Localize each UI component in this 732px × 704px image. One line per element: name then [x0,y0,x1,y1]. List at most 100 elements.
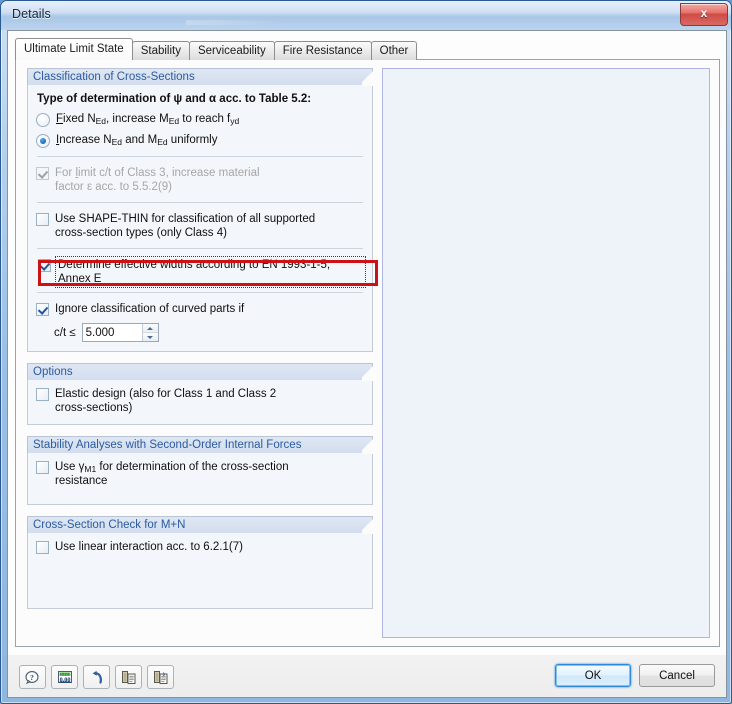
radio-increase-uniformly-label: Increase NEd and MEd uniformly [56,133,217,147]
label-part: and M [122,134,158,146]
checkbox-row-ignore-curved-parts[interactable]: Ignore classification of curved parts if [36,302,364,316]
checkbox-use-gamma-m1-label: Use γM1 for determination of the cross-s… [55,460,289,488]
radio-row-increase-uniformly[interactable]: Increase NEd and MEd uniformly [36,133,364,148]
checkbox-row-use-gamma-m1[interactable]: Use γM1 for determination of the cross-s… [36,460,364,488]
units-icon[interactable]: 0.00 [51,665,78,689]
checkbox-elastic-design-label: Elastic design (also for Class 1 and Cla… [55,387,276,415]
subscript: Ed [168,116,180,126]
checkbox-row-elastic-design[interactable]: Elastic design (also for Class 1 and Cla… [36,387,364,415]
radio-fixed-ned-label: Fixed NEd, increase MEd to reach fyd [56,112,239,126]
label-part: cross-section types (only Class 4) [55,227,227,239]
cancel-button[interactable]: Cancel [639,664,715,687]
dialog-footer: ? 0.00 OK Cancel [7,655,727,698]
separator [37,202,363,203]
label-part: and [182,93,210,105]
tab-label: Fire Resistance [282,45,363,57]
spinner-buttons[interactable] [141,324,158,341]
group-stability-analyses: Stability Analyses with Second-Order Int… [27,436,373,505]
svg-text:?: ? [30,673,34,682]
type-of-determination-label: Type of determination of ψ and α acc. to… [37,93,364,105]
ct-limit-input[interactable] [82,324,142,341]
group-body: Use γM1 for determination of the cross-s… [27,453,373,505]
label-part: factor ε acc. to 5.5.2(9) [55,181,172,193]
details-dialog-window: Details x Ultimate Limit State Stability… [0,0,732,704]
label-part: ixed N [63,113,96,125]
window-title: Details [12,7,51,21]
separator [37,248,363,249]
subscript: Ed [95,116,107,126]
group-classification-of-cross-sections: Classification of Cross-Sections Type of… [27,68,378,352]
tab-page-ultimate-limit-state: Classification of Cross-Sections Type of… [15,59,720,647]
spinner-up-icon[interactable] [142,324,158,333]
tab-ultimate-limit-state[interactable]: Ultimate Limit State [15,38,133,60]
checkbox-row-use-linear-interaction[interactable]: Use linear interaction acc. to 6.2.1(7) [36,540,364,554]
paste-icon[interactable] [147,665,174,689]
copy-icon[interactable] [115,665,142,689]
help-icon[interactable]: ? [19,665,46,689]
radio-increase-uniformly[interactable] [36,134,50,148]
label-part: for determination of the cross-section [96,461,289,473]
tab-fire-resistance[interactable]: Fire Resistance [273,41,372,60]
group-header-label: Cross-Section Check for M+N [27,516,373,534]
checkbox-elastic-design[interactable] [36,388,49,401]
undo-icon[interactable] [83,665,110,689]
group-header-label: Stability Analyses with Second-Order Int… [27,436,373,454]
ct-limit-label: c/t ≤ [54,326,76,339]
label-part: imit c/t of Class 3, increase material [78,167,260,179]
checkbox-use-gamma-m1[interactable] [36,461,49,474]
checkbox-row-limit-ct-class3: For limit c/t of Class 3, increase mater… [36,166,364,194]
checkbox-limit-ct-class3 [36,167,49,180]
spinner-down-icon[interactable] [142,333,158,341]
label-part: For [55,167,76,179]
label-part: to reach f [179,113,231,125]
left-column: Classification of Cross-Sections Type of… [27,68,378,620]
label-part: acc. to Table 5.2: [216,93,312,105]
dialog-client-area: Ultimate Limit State Stability Serviceab… [7,30,727,655]
tab-stability[interactable]: Stability [131,41,190,60]
accel-key: F [56,113,64,125]
label-part: uniformly [167,134,218,146]
close-button[interactable]: x [680,3,728,26]
label-part: Use SHAPE-THIN for classification of all… [55,213,316,225]
checkbox-use-linear-interaction[interactable] [36,541,49,554]
tab-other[interactable]: Other [370,41,418,60]
checkbox-use-shape-thin[interactable] [36,213,49,226]
checkbox-ignore-curved-parts[interactable] [36,303,49,316]
dialog-buttons: OK Cancel [555,664,715,687]
label-part: ncrease N [59,134,112,146]
checkbox-row-use-shape-thin[interactable]: Use SHAPE-THIN for classification of all… [36,212,364,240]
tab-strip: Ultimate Limit State Stability Serviceab… [15,38,418,60]
radio-row-fixed-ned[interactable]: Fixed NEd, increase MEd to reach fyd [36,112,364,127]
ok-button[interactable]: OK [555,664,631,687]
tab-serviceability[interactable]: Serviceability [188,41,275,60]
label-part: Use [55,461,79,473]
checkbox-ignore-curved-parts-label: Ignore classification of curved parts if [55,303,245,315]
title-bar: Details x [1,1,731,30]
close-icon: x [700,6,708,20]
label-part: Type of determination of [37,93,174,105]
checkbox-limit-ct-class3-label: For limit c/t of Class 3, increase mater… [55,166,260,194]
subscript: M1 [84,464,97,474]
tab-label: Stability [140,45,181,57]
checkbox-determine-effective-widths[interactable] [38,259,51,272]
preview-panel [382,68,710,638]
tab-label: Other [379,45,409,57]
checkbox-use-shape-thin-label: Use SHAPE-THIN for classification of all… [55,212,315,240]
subscript: yd [230,116,240,126]
group-header-label: Classification of Cross-Sections [27,68,373,86]
highlighted-option-wrapper: Determine effective widths according to … [36,256,378,288]
label-part: , increase M [106,113,169,125]
group-body: Elastic design (also for Class 1 and Cla… [27,380,373,425]
group-options: Options Elastic design (also for Class 1… [27,363,373,425]
ct-limit-row: c/t ≤ [54,323,364,342]
separator [37,292,363,293]
radio-fixed-ned[interactable] [36,113,50,127]
label-part: Elastic design (also for Class 1 and Cla… [55,388,277,400]
group-body: Use linear interaction acc. to 6.2.1(7) [27,533,373,609]
tab-label: Ultimate Limit State [24,43,124,55]
footer-toolbar: ? 0.00 [19,665,174,689]
ct-limit-spinner[interactable] [81,323,159,342]
checkbox-row-determine-effective-widths[interactable]: Determine effective widths according to … [38,256,366,288]
label-part: resistance [55,475,108,487]
label-part: cross-sections) [55,402,133,414]
